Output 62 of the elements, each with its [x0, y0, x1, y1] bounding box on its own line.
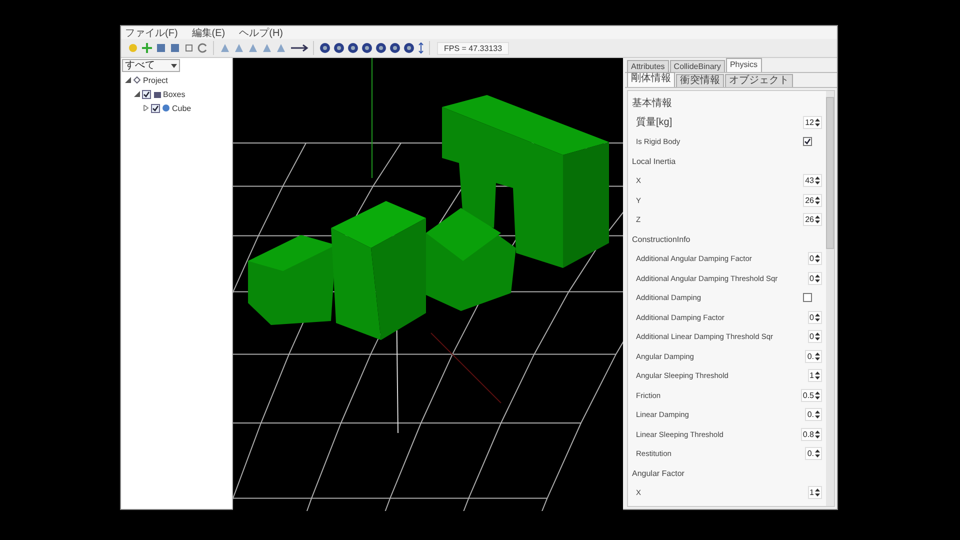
number-spinner[interactable]: 26: [803, 213, 822, 226]
node-icon: [133, 76, 141, 84]
number-spinner[interactable]: 43: [803, 174, 822, 188]
number-spinner[interactable]: 0.: [805, 350, 822, 363]
menu-item[interactable]: ヘルプ(H): [239, 26, 284, 40]
tab[interactable]: 剛体情報: [627, 72, 675, 87]
view-icon: [389, 42, 401, 54]
number-spinner[interactable]: 0.8: [800, 428, 822, 441]
new-icon: [127, 42, 139, 54]
checkbox[interactable]: [151, 104, 160, 112]
section-heading: Local Inertia: [632, 156, 677, 168]
expanded-arrow-icon[interactable]: [134, 91, 140, 97]
property-label: 質量[kg]: [636, 116, 672, 130]
section-heading: ConstructionInfo: [632, 234, 692, 246]
save-icon: [155, 42, 167, 54]
menu-item[interactable]: 編集(E): [192, 26, 226, 40]
tree-item[interactable]: Project: [143, 76, 168, 84]
checkbox[interactable]: [142, 90, 151, 98]
number-spinner[interactable]: 0: [808, 252, 822, 266]
tab[interactable]: 衝突情報: [676, 74, 724, 87]
view-icon: [319, 42, 331, 54]
add-icon: [141, 42, 153, 54]
collapsed-arrow-icon[interactable]: [143, 105, 149, 111]
fps-readout: FPS = 47.33133: [437, 42, 510, 54]
section-heading: 基本情報: [632, 96, 673, 111]
tab[interactable]: オブジェクト: [725, 74, 793, 87]
number-spinner[interactable]: 0.: [805, 447, 822, 460]
menu-item[interactable]: ファイル(F): [125, 26, 178, 40]
number-spinner[interactable]: 1: [808, 486, 822, 500]
arrow-icon: [289, 42, 309, 54]
number-spinner[interactable]: 26: [803, 194, 822, 207]
save-icon: [169, 42, 181, 54]
checkbox[interactable]: [803, 293, 812, 302]
view-icon: [333, 42, 345, 54]
zoom-icon: [417, 42, 425, 54]
number-spinner[interactable]: 0.: [805, 408, 822, 422]
scrollbar[interactable]: [826, 91, 834, 506]
number-spinner[interactable]: 1: [808, 369, 822, 382]
tree-item[interactable]: Boxes: [163, 90, 186, 98]
number-spinner[interactable]: 0.5: [800, 388, 822, 402]
view-icon: [347, 42, 359, 54]
number-spinner[interactable]: 12: [803, 116, 822, 129]
view-icon: [361, 42, 373, 54]
tab[interactable]: Physics: [726, 58, 762, 72]
copy-icon: [183, 42, 195, 54]
tree-item[interactable]: Cube: [172, 104, 192, 112]
section-heading: Angular Factor: [632, 468, 686, 480]
checkbox[interactable]: [803, 137, 812, 146]
sphere-icon: [162, 104, 170, 112]
number-spinner[interactable]: 0: [808, 272, 822, 285]
number-spinner[interactable]: 0: [808, 330, 822, 344]
caret-icon: [171, 64, 177, 68]
number-spinner[interactable]: 0: [808, 310, 822, 324]
expanded-arrow-icon[interactable]: [125, 77, 131, 83]
view-icon: [403, 42, 415, 54]
tab[interactable]: Attributes: [627, 60, 669, 72]
3d-scene-drawing[interactable]: [233, 58, 623, 511]
refresh-icon: [197, 42, 209, 54]
filter-dropdown[interactable]: すべて: [122, 59, 180, 72]
tab[interactable]: CollideBinary: [670, 60, 725, 72]
folder-icon: [153, 90, 161, 98]
view-icon: [375, 42, 387, 54]
